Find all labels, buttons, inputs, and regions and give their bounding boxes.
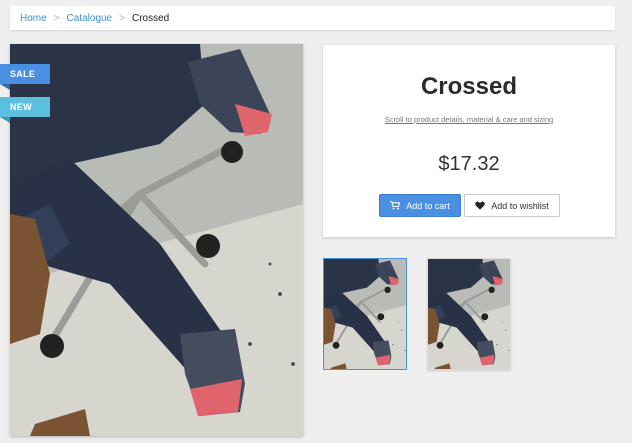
ribbon-fold bbox=[0, 117, 10, 123]
sale-badge-label: SALE bbox=[10, 69, 36, 79]
breadcrumb-separator: > bbox=[119, 12, 125, 24]
ribbon-fold bbox=[0, 84, 10, 90]
product-thumbnail-2[interactable] bbox=[427, 258, 511, 370]
sale-badge: SALE bbox=[0, 64, 50, 90]
add-to-wishlist-button[interactable]: Add to wishlist bbox=[464, 194, 560, 217]
breadcrumb-home-link[interactable]: Home bbox=[20, 13, 47, 24]
product-actions: Add to cart Add to wishlist bbox=[379, 194, 560, 217]
add-to-cart-button[interactable]: Add to cart bbox=[379, 194, 461, 217]
new-badge: NEW bbox=[0, 97, 50, 123]
add-to-wishlist-label: Add to wishlist bbox=[491, 200, 549, 211]
product-price: $17.32 bbox=[438, 153, 500, 175]
scroll-to-details-link[interactable]: Scroll to product details, material & ca… bbox=[323, 115, 615, 124]
add-to-cart-label: Add to cart bbox=[406, 200, 450, 211]
product-info-card: Crossed Scroll to product details, mater… bbox=[323, 45, 615, 237]
breadcrumb: Home > Catalogue > Crossed bbox=[10, 6, 615, 30]
thumbnail-photo bbox=[324, 259, 407, 370]
breadcrumb-separator: > bbox=[53, 12, 60, 24]
main-product-image[interactable] bbox=[10, 44, 303, 436]
thumbnail-photo bbox=[428, 259, 511, 370]
shopping-cart-icon bbox=[390, 201, 401, 210]
breadcrumb-current: Crossed bbox=[131, 12, 170, 24]
product-title: Crossed bbox=[420, 73, 518, 100]
product-photo bbox=[10, 44, 303, 436]
breadcrumb-catalogue-link[interactable]: Catalogue bbox=[67, 13, 113, 24]
product-thumbnail-1[interactable] bbox=[323, 258, 407, 370]
new-badge-label: NEW bbox=[10, 102, 32, 112]
heart-icon bbox=[475, 201, 485, 210]
